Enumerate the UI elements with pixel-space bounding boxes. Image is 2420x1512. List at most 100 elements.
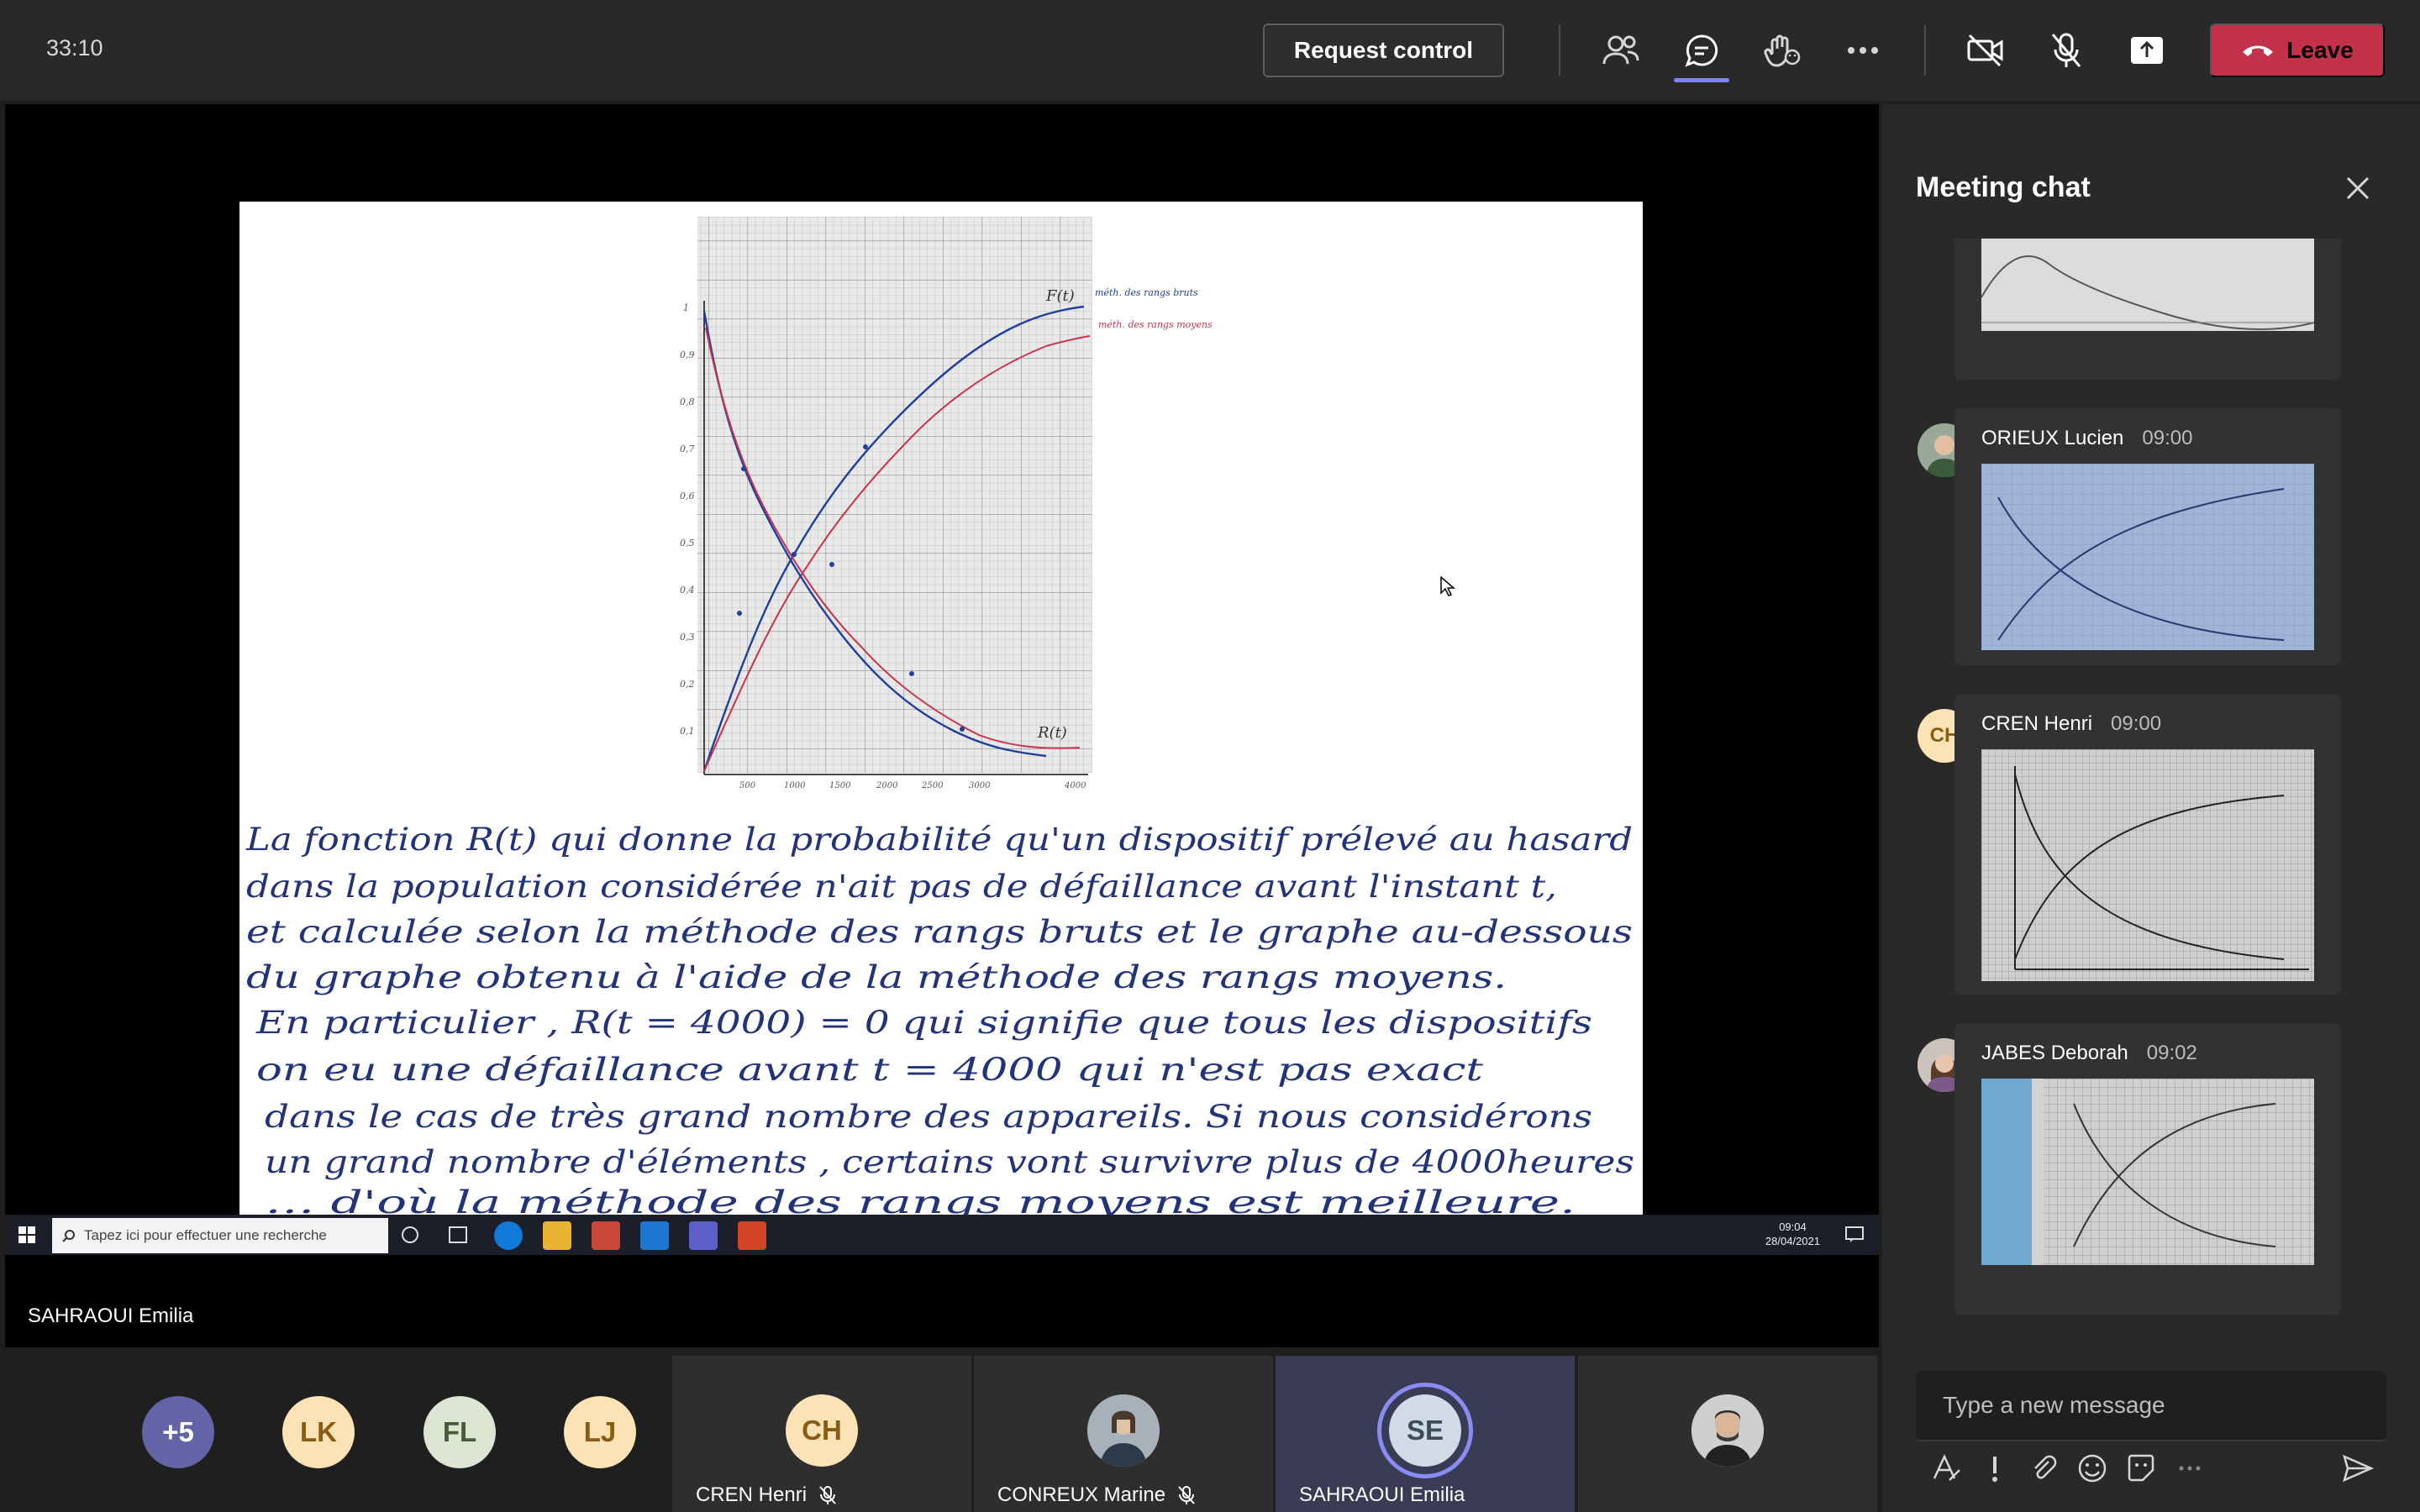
chat-panel-title: Meeting chat (1916, 171, 2091, 203)
participant-name-label: CREN Henri (696, 1483, 808, 1506)
svg-text:0,9: 0,9 (680, 349, 695, 360)
handwriting-line: dans le cas de très grand nombre des app… (265, 1099, 1592, 1135)
notifications-icon (1845, 1226, 1864, 1242)
chat-message-header: CREN Henri 09:00 (1981, 712, 2161, 736)
share-content-icon[interactable] (2122, 25, 2172, 76)
svg-text:2000: 2000 (876, 781, 898, 790)
people-icon[interactable] (1596, 25, 1646, 76)
more-options-icon[interactable] (1838, 25, 1888, 76)
chat-time: 09:00 (2111, 712, 2162, 735)
leave-button[interactable]: Leave (2210, 24, 2385, 77)
leave-label: Leave (2286, 37, 2354, 63)
meeting-toolbar: 33:10 Request control Leave (0, 0, 2420, 101)
svg-text:0,3: 0,3 (680, 632, 695, 643)
chat-message-header: JABES Deborah 09:02 (1981, 1042, 2197, 1065)
participant-photo (1087, 1394, 1160, 1467)
participant-tile-speaking[interactable]: SE SAHRAOUI Emilia (1276, 1356, 1575, 1512)
participant-avatar[interactable]: FL (424, 1396, 496, 1468)
y-tick-labels: 1 0,9 0,8 0,7 0,6 0,5 0,4 0,3 0,2 0,1 (680, 302, 695, 737)
chat-time: 09:00 (2142, 427, 2193, 449)
handwriting-line: un grand nombre d'éléments , certains vo… (265, 1144, 1634, 1180)
svg-text:0,7: 0,7 (680, 444, 695, 454)
windows-start-icon (18, 1226, 35, 1243)
search-icon (62, 1230, 75, 1242)
handwriting-line: on eu une défaillance avant t = 4000 qui… (256, 1052, 1483, 1088)
participant-name-label: SAHRAOUI Emilia (1299, 1483, 1465, 1506)
handwriting-line: … d'où la méthode des rangs moyens est m… (265, 1184, 1576, 1216)
svg-text:0,2: 0,2 (680, 679, 695, 690)
chat-image-thumbnail[interactable] (1981, 239, 2314, 331)
presenter-taskbar: Tapez ici pour effectuer une recherche 0… (5, 1215, 1879, 1255)
svg-text:0,8: 0,8 (680, 396, 695, 407)
attach-icon[interactable] (2027, 1452, 2060, 1485)
chat-time: 09:02 (2146, 1042, 2197, 1064)
taskbar-date: 28/04/2021 (1765, 1235, 1820, 1247)
participant-photo (1691, 1394, 1764, 1467)
muted-icon (819, 1486, 836, 1504)
reactions-icon[interactable] (1757, 25, 1807, 76)
muted-icon (1178, 1486, 1195, 1504)
handwriting-line: du graphe obtenu à l'aide de la méthode … (246, 959, 1507, 995)
message-input[interactable]: Type a new message (1916, 1371, 2386, 1441)
mic-off-icon[interactable] (2041, 25, 2091, 76)
sticker-icon[interactable] (2124, 1452, 2158, 1485)
svg-text:2500: 2500 (921, 781, 944, 790)
svg-text:0,4: 0,4 (680, 585, 695, 596)
handwriting-line: En particulier , R(t = 4000) = 0 qui sig… (255, 1005, 1592, 1041)
curve-label-R: R(t) (1037, 724, 1067, 742)
participant-name-label: CONREUX Marine (997, 1483, 1166, 1506)
task-view-icon (449, 1226, 467, 1243)
handwriting-line: dans la population considérée n'ait pas … (246, 869, 1557, 905)
chat-author: JABES Deborah (1981, 1042, 2128, 1064)
close-icon[interactable] (2341, 171, 2375, 205)
shared-slide: F(t) R(t) méth. des rangs bruts méth. de… (239, 202, 1643, 1216)
taskbar-search: Tapez ici pour effectuer une recherche (52, 1218, 388, 1253)
handwriting-line: La fonction R(t) qui donne la probabilit… (245, 822, 1633, 858)
chat-message: ORIEUX Lucien 09:00 (1954, 408, 2341, 665)
chat-author: CREN Henri (1981, 712, 2093, 735)
participant-tile[interactable]: CH CREN Henri (672, 1356, 971, 1512)
more-participants-button[interactable]: +5 (142, 1396, 214, 1468)
chat-message: CREN Henri 09:00 (1954, 694, 2341, 995)
emoji-icon[interactable] (2075, 1452, 2109, 1485)
chat-message: JABES Deborah 09:02 (1954, 1023, 2341, 1315)
participant-tile[interactable] (1578, 1356, 1877, 1512)
format-icon[interactable] (1929, 1452, 1963, 1485)
participant-name: CREN Henri (696, 1483, 837, 1507)
important-icon[interactable] (1978, 1452, 2012, 1485)
presenter-name: SAHRAOUI Emilia (28, 1305, 194, 1327)
speaking-ring: SE (1377, 1383, 1473, 1478)
chat-image-thumbnail[interactable] (1981, 749, 2314, 981)
chat-author: ORIEUX Lucien (1981, 427, 2124, 449)
chat-image-thumbnail[interactable] (1981, 1079, 2314, 1265)
chat-icon[interactable] (1676, 25, 1727, 76)
toolbar-divider (1559, 25, 1560, 76)
request-control-button[interactable]: Request control (1263, 24, 1504, 77)
more-options-icon[interactable] (2173, 1452, 2207, 1485)
svg-text:1: 1 (683, 302, 689, 313)
participant-name: SAHRAOUI Emilia (1299, 1483, 1465, 1507)
handwritten-reliability-chart: F(t) R(t) méth. des rangs bruts méth. de… (245, 217, 1634, 1216)
chat-message-header: ORIEUX Lucien 09:00 (1981, 427, 2192, 450)
svg-text:3000: 3000 (969, 781, 991, 790)
legend-rangs-moyens: méth. des rangs moyens (1098, 319, 1213, 330)
send-icon[interactable] (2341, 1452, 2375, 1485)
curve-label-F: F(t) (1045, 287, 1075, 305)
store-icon (592, 1221, 620, 1250)
x-tick-labels: 500 1000 1500 2000 2500 3000 4000 (739, 781, 1086, 790)
meeting-timer: 33:10 (46, 35, 103, 60)
chat-image-thumbnail[interactable] (1981, 464, 2314, 650)
camera-off-icon[interactable] (1960, 25, 2011, 76)
mail-icon (640, 1221, 669, 1250)
svg-text:0,1: 0,1 (680, 726, 695, 737)
powerpoint-icon (738, 1221, 766, 1250)
svg-text:1500: 1500 (829, 781, 851, 790)
edge-icon (494, 1221, 523, 1250)
svg-text:0,6: 0,6 (680, 491, 695, 501)
participant-name: CONREUX Marine (997, 1483, 1196, 1507)
participant-tile[interactable]: CONREUX Marine (974, 1356, 1273, 1512)
participant-avatar[interactable]: LK (282, 1396, 355, 1468)
participant-avatar[interactable]: LJ (564, 1396, 636, 1468)
toolbar-divider (1924, 25, 1926, 76)
svg-text:4000: 4000 (1064, 781, 1086, 790)
